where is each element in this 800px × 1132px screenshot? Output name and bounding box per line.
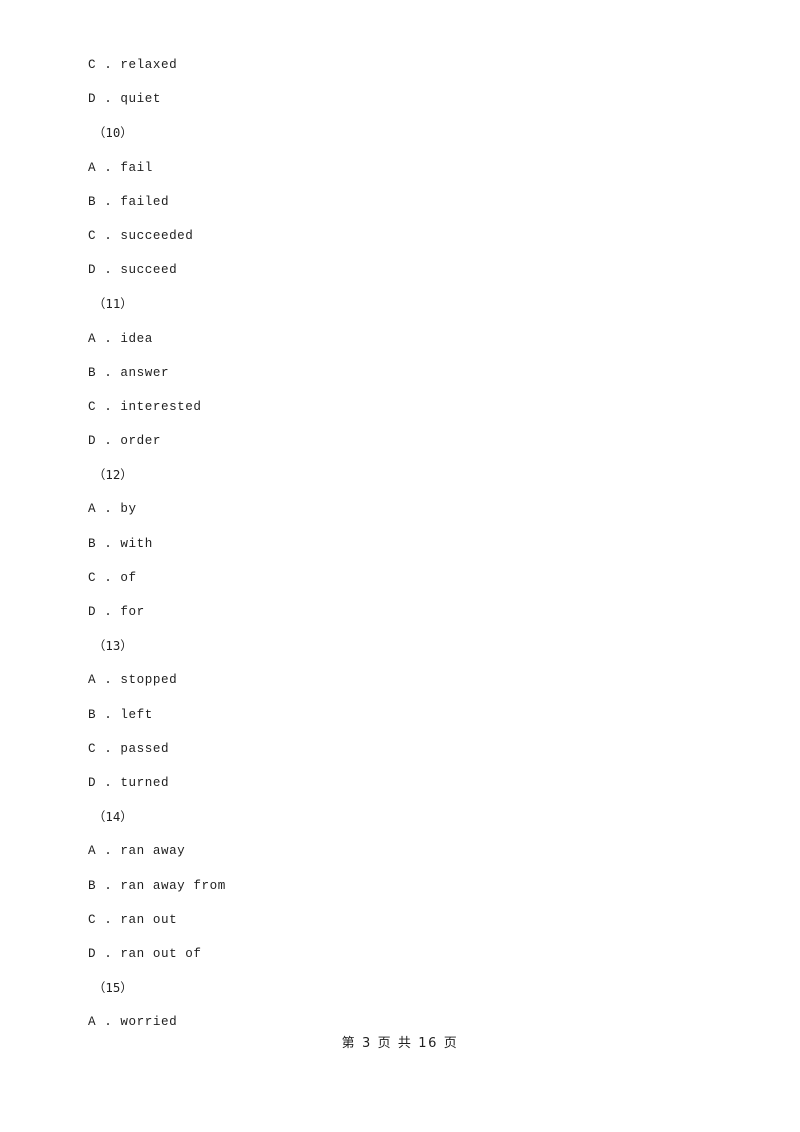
answer-option: C . interested	[88, 399, 202, 414]
answer-option: C . succeeded	[88, 228, 194, 243]
question-options-list: C . relaxed D . quiet （10） A . fail B . fail…	[88, 48, 748, 1039]
answer-option: D . quiet	[88, 92, 161, 107]
answer-option: C . of	[88, 570, 137, 585]
answer-option: A . ran away	[88, 844, 186, 859]
answer-option: A . stopped	[88, 673, 178, 688]
answer-option: D . ran out of	[88, 946, 202, 961]
question-number: （15）	[93, 980, 133, 996]
answer-option: C . passed	[88, 741, 170, 756]
answer-option: B . left	[88, 707, 153, 722]
document-page: C . relaxed D . quiet （10） A . fail B . fail…	[0, 0, 800, 1132]
answer-option: D . turned	[88, 775, 170, 790]
answer-option: D . succeed	[88, 263, 178, 278]
question-number: （13）	[93, 638, 133, 654]
answer-option: B . ran away from	[88, 878, 226, 893]
answer-option: B . with	[88, 536, 153, 551]
answer-option: B . answer	[88, 365, 170, 380]
answer-option: A . by	[88, 502, 137, 517]
answer-option: C . ran out	[88, 912, 178, 927]
answer-option: C . relaxed	[88, 58, 178, 72]
question-number: （14）	[93, 809, 133, 825]
question-number: （10）	[93, 125, 133, 141]
answer-option: D . order	[88, 434, 161, 449]
answer-option: A . fail	[88, 160, 153, 175]
answer-option: A . idea	[88, 331, 153, 346]
page-footer: 第 3 页 共 16 页	[341, 1036, 459, 1051]
answer-option: B . failed	[88, 194, 170, 209]
answer-option: D . for	[88, 605, 145, 619]
question-number: （12）	[93, 467, 133, 483]
question-number: （11）	[93, 296, 133, 312]
